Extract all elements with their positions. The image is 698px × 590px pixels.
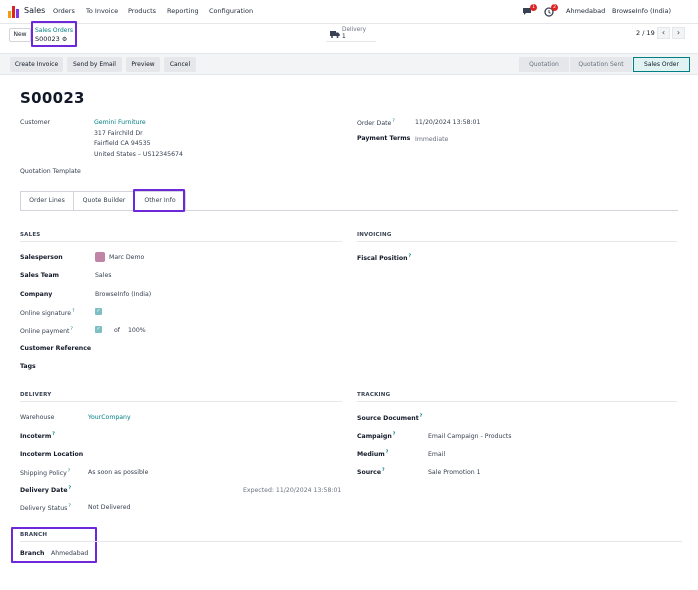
delivery-date-label: Delivery Date? (20, 486, 72, 495)
branch-label: Branch (20, 550, 45, 557)
create-invoice-button[interactable]: Create Invoice (10, 57, 63, 72)
order-date-label: Order Date? (357, 119, 395, 128)
medium-label: Medium? (357, 450, 389, 459)
customer-address-line: Fairfield CA 94535 (94, 140, 151, 147)
company-label: Company (20, 291, 53, 298)
tracking-section-heading: TRACKING (357, 392, 391, 398)
divider (20, 541, 682, 542)
chevron-right-icon: › (676, 28, 681, 37)
send-by-email-button[interactable]: Send by Email (67, 57, 122, 72)
delivery-count: 1 (342, 34, 346, 40)
action-bar: Create Invoice Send by Email Preview Can… (0, 53, 698, 75)
salesperson-label: Salesperson (20, 254, 63, 261)
campaign-value[interactable]: Email Campaign - Products (428, 433, 511, 440)
shipping-policy-label: Shipping Policy? (20, 469, 71, 478)
online-payment-label: Online payment? (20, 327, 73, 336)
campaign-label: Campaign? (357, 432, 396, 441)
menu-configuration[interactable]: Configuration (209, 7, 253, 15)
customer-link[interactable]: Gemini Furniture (94, 119, 146, 126)
source-label: Source? (357, 468, 385, 477)
tags-label: Tags (20, 363, 36, 370)
company-switcher[interactable]: BrowseInfo (India) (612, 7, 671, 15)
salesperson-value[interactable]: Marc Demo (109, 254, 144, 261)
fiscal-position-label: Fiscal Position? (357, 254, 412, 263)
stage-quotation[interactable]: Quotation (519, 57, 569, 72)
company-value[interactable]: BrowseInfo (India) (95, 291, 151, 298)
delivery-status-label: Delivery Status? (20, 504, 71, 513)
delivery-section-heading: DELIVERY (20, 392, 52, 398)
invoicing-section-heading: INVOICING (357, 232, 392, 238)
other-info-highlight (133, 189, 185, 212)
incoterm-label: Incoterm? (20, 432, 55, 441)
chat-badge: 1 (530, 4, 537, 11)
online-payment-of: of (114, 327, 120, 334)
menu-orders[interactable]: Orders (53, 7, 75, 15)
online-payment-checkbox[interactable]: ✓ (95, 326, 102, 333)
gear-icon[interactable]: ⚙ (62, 36, 67, 43)
stage-quotation-sent[interactable]: Quotation Sent (570, 57, 632, 72)
sales-team-label: Sales Team (20, 272, 60, 279)
chevron-left-icon: ‹ (661, 28, 666, 37)
payment-terms-label: Payment Terms (357, 135, 411, 142)
online-signature-label: Online signature? (20, 309, 75, 318)
tab-divider (20, 210, 678, 211)
source-document-label: Source Document? (357, 414, 423, 423)
new-button[interactable]: New (9, 28, 31, 42)
branch-switcher[interactable]: Ahmedabad (566, 7, 605, 15)
tab-quote-builder[interactable]: Quote Builder (73, 191, 135, 211)
previous-record-button[interactable]: ‹ (657, 27, 670, 39)
customer-label: Customer (20, 119, 51, 126)
payment-terms-value[interactable]: Immediate (415, 136, 448, 143)
menu-to-invoice[interactable]: To Invoice (86, 7, 118, 15)
stage-sales-order[interactable]: Sales Order (633, 57, 690, 72)
breadcrumb-highlight (31, 21, 77, 47)
divider (357, 241, 677, 242)
incoterm-location-label: Incoterm Location (20, 451, 84, 458)
activity-badge: 2 (551, 4, 558, 11)
cancel-button[interactable]: Cancel (164, 57, 196, 72)
delivery-date-expected: Expected: 11/20/2024 13:58:01 (243, 487, 342, 494)
divider (20, 401, 342, 402)
medium-value[interactable]: Email (428, 451, 445, 458)
pager-value[interactable]: 2 / 19 (636, 29, 655, 37)
divider (357, 401, 677, 402)
customer-reference-label: Customer Reference (20, 345, 92, 352)
breadcrumb-record: S00023 ⚙ (35, 35, 68, 43)
app-name[interactable]: Sales (24, 6, 45, 15)
delivery-label: Delivery (342, 27, 367, 33)
truck-icon (330, 31, 340, 38)
menu-reporting[interactable]: Reporting (167, 7, 199, 15)
customer-address-line: United States – US12345674 (94, 151, 183, 158)
breadcrumb-sales-orders[interactable]: Sales Orders (35, 27, 73, 34)
avatar (95, 252, 105, 262)
branch-section-heading: BRANCH (20, 532, 48, 538)
quotation-template-label: Quotation Template (20, 168, 81, 175)
order-date-value[interactable]: 11/20/2024 13:58:01 (415, 119, 480, 126)
sales-team-value[interactable]: Sales (95, 272, 111, 279)
menu-products[interactable]: Products (128, 7, 156, 15)
sales-section-heading: SALES (20, 232, 41, 238)
record-title: S00023 (20, 89, 85, 107)
sales-app-icon[interactable] (8, 6, 20, 18)
shipping-policy-value[interactable]: As soon as possible (88, 469, 148, 476)
preview-button[interactable]: Preview (126, 57, 160, 72)
warehouse-label: Warehouse (20, 414, 55, 421)
top-navbar: Sales Orders To Invoice Products Reporti… (0, 0, 698, 24)
delivery-smart-button[interactable]: Delivery 1 (326, 26, 376, 42)
divider (20, 241, 342, 242)
online-payment-percent[interactable]: 100% (128, 327, 146, 334)
customer-address-line: 317 Fairchild Dr (94, 130, 143, 137)
next-record-button[interactable]: › (672, 27, 685, 39)
source-value[interactable]: Sale Promotion 1 (428, 469, 481, 476)
delivery-status-value: Not Delivered (88, 504, 131, 511)
branch-value[interactable]: Ahmedabad (51, 550, 88, 557)
tab-order-lines[interactable]: Order Lines (20, 191, 74, 211)
online-signature-checkbox[interactable]: ✓ (95, 308, 102, 315)
warehouse-value[interactable]: YourCompany (88, 414, 131, 421)
